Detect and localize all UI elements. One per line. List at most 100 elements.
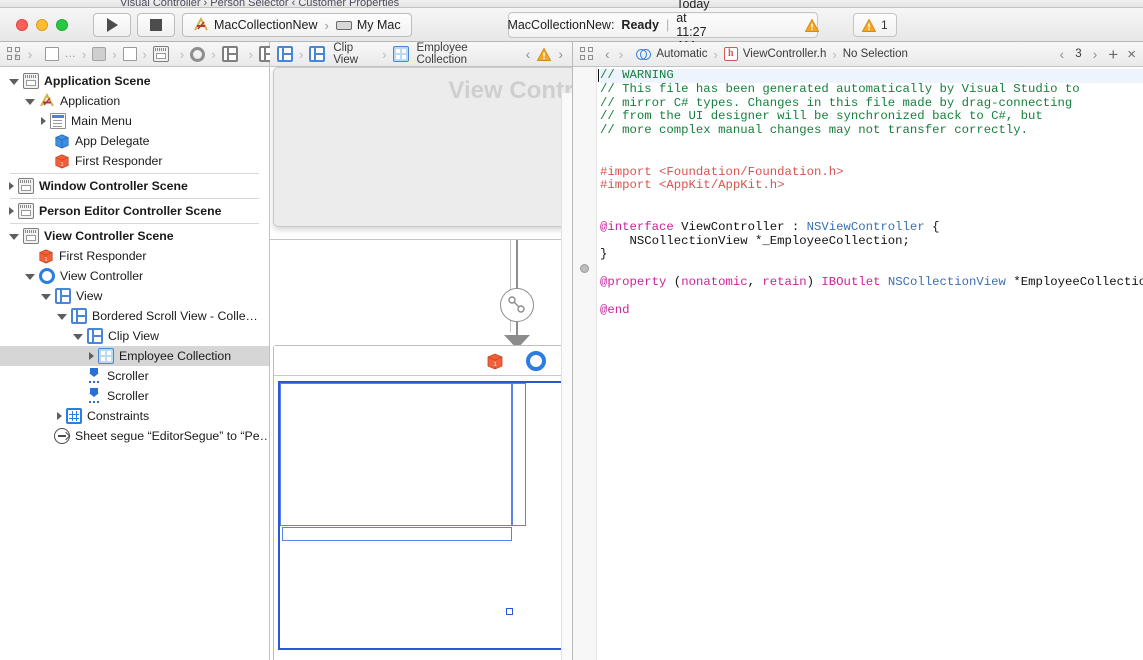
outline-row-window-controller-scene[interactable]: Window Controller Scene <box>0 176 269 196</box>
warning-icon[interactable] <box>537 48 551 61</box>
navigate-forward-button[interactable]: › <box>617 46 626 62</box>
folder-icon[interactable] <box>92 47 106 61</box>
code-line[interactable]: @interface ViewController : NSViewContro… <box>600 221 1143 235</box>
view-icon[interactable] <box>277 46 293 62</box>
outline-row-clip-view[interactable]: Clip View <box>0 326 269 346</box>
code-line[interactable] <box>600 152 1143 166</box>
outline-row-scroller[interactable]: Scroller <box>0 366 269 386</box>
assistant-automatic-icon[interactable] <box>636 47 651 62</box>
selection-resize-handle[interactable] <box>506 608 513 615</box>
view-icon[interactable] <box>222 46 238 62</box>
outline-row-view-controller[interactable]: View Controller <box>0 266 269 286</box>
code-line[interactable] <box>600 262 1143 276</box>
close-window-button[interactable] <box>16 19 28 31</box>
outline-row-sheet-segue-editorsegue-to-pe[interactable]: Sheet segue “EditorSegue” to “Pe… <box>0 426 269 446</box>
code-line[interactable]: #import <Foundation/Foundation.h> <box>600 166 1143 180</box>
previous-issue-button[interactable]: ‹ <box>524 46 533 62</box>
code-line[interactable]: // This file has been generated automati… <box>600 83 1143 97</box>
disclosure-triangle-open-icon[interactable] <box>9 234 19 240</box>
document-outline-tree[interactable]: Application SceneApplicationMain MenuApp… <box>0 67 269 660</box>
outline-row-application-scene[interactable]: Application Scene <box>0 71 269 91</box>
code-line[interactable]: #import <AppKit/AppKit.h> <box>600 179 1143 193</box>
storyboard-file-icon[interactable] <box>123 47 137 61</box>
issue-count-button[interactable]: 1 <box>853 13 897 37</box>
first-responder-icon[interactable]: 1 <box>486 352 504 370</box>
disclosure-triangle-open-icon[interactable] <box>41 294 51 300</box>
outline-row-application[interactable]: Application <box>0 91 269 111</box>
view-controller-icon[interactable] <box>526 351 546 371</box>
navigator-breadcrumb-ellipsis[interactable]: … <box>64 48 76 60</box>
code-line[interactable]: @end <box>600 304 1143 318</box>
iboutlet-connection-indicator[interactable] <box>580 264 589 273</box>
collection-horizontal-scroller-region[interactable] <box>282 527 512 541</box>
next-issue-button[interactable]: › <box>556 46 565 62</box>
document-icon[interactable] <box>45 47 59 61</box>
code-file-label[interactable]: ViewController.h <box>743 48 827 60</box>
zoom-window-button[interactable] <box>56 19 68 31</box>
code-line[interactable]: // mirror C# types. Changes in this file… <box>600 97 1143 111</box>
disclosure-triangle-open-icon[interactable] <box>25 99 35 105</box>
close-assistant-editor-button[interactable]: × <box>1127 47 1136 62</box>
code-line[interactable] <box>600 193 1143 207</box>
stop-button[interactable] <box>137 13 175 37</box>
outline-row-app-delegate[interactable]: App Delegate <box>0 131 269 151</box>
related-items-icon[interactable] <box>580 47 594 61</box>
outline-row-view[interactable]: View <box>0 286 269 306</box>
disclosure-triangle-open-icon[interactable] <box>25 274 35 280</box>
ib-crumb-employee-collection[interactable]: Employee Collection <box>417 42 511 66</box>
outline-row-constraints[interactable]: Constraints <box>0 406 269 426</box>
add-assistant-editor-button[interactable]: + <box>1108 46 1118 63</box>
code-line[interactable]: @property (nonatomic, retain) IBOutlet N… <box>600 276 1143 290</box>
selected-scene-frame[interactable]: 1 <box>273 345 572 660</box>
outline-row-first-responder[interactable]: 1First Responder <box>0 151 269 171</box>
ib-canvas[interactable]: View Contro <box>270 67 572 660</box>
source-code[interactable]: // WARNING// This file has been generate… <box>597 67 1143 660</box>
outline-row-bordered-scroll-view-colle[interactable]: Bordered Scroll View - Colle… <box>0 306 269 326</box>
disclosure-triangle-closed-icon[interactable] <box>9 207 14 215</box>
code-line[interactable]: } <box>600 248 1143 262</box>
assistant-mode-label[interactable]: Automatic <box>656 48 707 60</box>
navigate-forward-button[interactable]: › <box>26 46 35 62</box>
view-controller-icon[interactable] <box>190 47 205 62</box>
collection-view-icon[interactable] <box>393 46 409 62</box>
code-line[interactable] <box>600 290 1143 304</box>
collection-item-region[interactable] <box>280 383 512 526</box>
code-selection-label[interactable]: No Selection <box>843 48 908 60</box>
disclosure-triangle-open-icon[interactable] <box>9 79 19 85</box>
outline-row-view-controller-scene[interactable]: View Controller Scene <box>0 226 269 246</box>
ib-crumb-clip-view[interactable]: Clip View <box>333 42 376 66</box>
code-line[interactable] <box>600 207 1143 221</box>
code-line[interactable]: // WARNING <box>600 69 1143 83</box>
scene-icon[interactable] <box>153 46 169 62</box>
code-text-area[interactable]: // WARNING// This file has been generate… <box>573 67 1143 660</box>
employee-collection-view-selection[interactable] <box>278 381 572 650</box>
disclosure-triangle-closed-icon[interactable] <box>57 412 62 420</box>
segue-badge-icon[interactable] <box>500 288 534 322</box>
disclosure-triangle-closed-icon[interactable] <box>41 117 46 125</box>
view-icon[interactable] <box>309 46 325 62</box>
scheme-selector[interactable]: MacCollectionNew › My Mac <box>182 13 412 37</box>
assistant-previous-button[interactable]: ‹ <box>1058 46 1067 62</box>
code-gutter[interactable] <box>573 67 597 660</box>
assistant-next-button[interactable]: › <box>1091 46 1100 62</box>
minimize-window-button[interactable] <box>36 19 48 31</box>
outline-row-scroller[interactable]: Scroller <box>0 386 269 406</box>
code-line[interactable]: // more complex manual changes may not t… <box>600 124 1143 138</box>
navigator-pane: ‹ › … › › › › › › Application SceneAppli… <box>0 42 270 660</box>
code-line[interactable]: // from the UI designer will be synchron… <box>600 110 1143 124</box>
disclosure-triangle-open-icon[interactable] <box>73 334 83 340</box>
outline-row-person-editor-controller-scene[interactable]: Person Editor Controller Scene <box>0 201 269 221</box>
collection-vertical-scroller-region[interactable] <box>512 383 526 526</box>
ib-vertical-scrollbar[interactable] <box>561 93 572 660</box>
view-controller-scene-preview[interactable]: View Contro <box>273 67 572 227</box>
code-line[interactable] <box>600 138 1143 152</box>
outline-row-employee-collection[interactable]: Employee Collection <box>0 346 269 366</box>
outline-row-first-responder[interactable]: 1First Responder <box>0 246 269 266</box>
code-line[interactable]: NSCollectionView *_EmployeeCollection; <box>600 235 1143 249</box>
run-button[interactable] <box>93 13 131 37</box>
disclosure-triangle-closed-icon[interactable] <box>89 352 94 360</box>
disclosure-triangle-closed-icon[interactable] <box>9 182 14 190</box>
navigate-back-button[interactable]: ‹ <box>603 46 612 62</box>
outline-row-main-menu[interactable]: Main Menu <box>0 111 269 131</box>
disclosure-triangle-open-icon[interactable] <box>57 314 67 320</box>
